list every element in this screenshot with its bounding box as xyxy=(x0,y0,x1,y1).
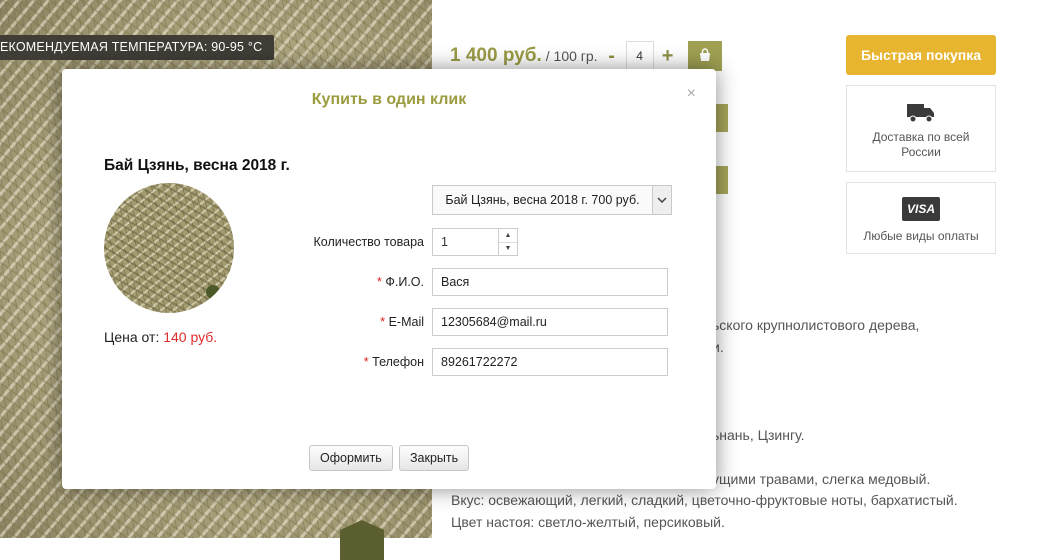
truck-icon xyxy=(907,104,934,123)
one-click-buy-modal: Купить в один клик × Бай Цзянь, весна 20… xyxy=(62,69,716,489)
required-mark: * xyxy=(377,275,382,289)
email-label-text: E-Mail xyxy=(388,315,424,329)
description-line: ьского крупнолистового дерева, xyxy=(712,317,920,333)
payment-info: VISA Любые виды оплаты xyxy=(846,182,996,254)
required-mark: * xyxy=(363,355,369,369)
modal-title: Купить в один клик xyxy=(311,91,467,108)
price-bar: 1 400 руб. / 100 гр. - 4 + xyxy=(450,40,722,72)
payment-label: Любые виды оплаты xyxy=(863,229,979,243)
variant-selected: Бай Цзянь, весна 2018 г. 700 руб. xyxy=(445,193,640,207)
quick-buy-button[interactable]: Быстрая покупка xyxy=(846,35,996,75)
name-field[interactable]: Вася xyxy=(432,268,668,296)
submit-button[interactable]: Оформить xyxy=(309,445,393,471)
delivery-info: Доставка по всей России xyxy=(846,85,996,172)
email-field[interactable]: 12305684@mail.ru xyxy=(432,308,668,336)
add-to-cart-button[interactable] xyxy=(687,41,722,71)
qty-decrease-button[interactable]: - xyxy=(601,45,623,68)
close-icon[interactable]: × xyxy=(687,85,696,103)
delivery-label: Доставка по всей России xyxy=(872,130,970,159)
qty-increase-button[interactable]: + xyxy=(657,45,679,68)
variant-select[interactable]: Бай Цзянь, весна 2018 г. 700 руб. xyxy=(432,185,672,215)
name-label-text: Ф.И.О. xyxy=(385,275,424,289)
brand-badge-icon xyxy=(206,285,220,299)
qty-stepper[interactable]: 1 ▲ ▼ xyxy=(432,228,518,256)
chevron-down-icon[interactable] xyxy=(652,186,671,214)
phone-label-text: Телефон xyxy=(372,355,424,369)
price-per-unit: / 100 гр. xyxy=(545,48,598,64)
price-from-value: 140 руб. xyxy=(163,329,218,345)
cart-icon xyxy=(699,48,710,61)
phone-label: * Телефон xyxy=(254,355,424,369)
product-name: Бай Цзянь, весна 2018 г. xyxy=(104,157,290,174)
spin-up-icon[interactable]: ▲ xyxy=(499,229,517,243)
close-button[interactable]: Закрыть xyxy=(399,445,470,471)
product-image xyxy=(104,183,234,313)
required-mark: * xyxy=(380,315,386,329)
description-line: Вкус: освежающий, легкий, сладкий, цвето… xyxy=(451,492,958,508)
description-line: ущими травами, слегка медовый. xyxy=(712,471,931,487)
qty-field-value[interactable]: 1 xyxy=(433,229,498,255)
description-line: Цвет настоя: светло-желтый, персиковый. xyxy=(451,514,725,530)
email-label: * E-Mail xyxy=(254,315,424,329)
phone-field[interactable]: 89261722272 xyxy=(432,348,668,376)
spin-down-icon[interactable]: ▼ xyxy=(499,243,517,256)
qty-label: Количество товара xyxy=(313,235,425,249)
qty-spinner[interactable]: ▲ ▼ xyxy=(498,229,517,255)
price-from-label: Цена от: xyxy=(104,329,160,345)
description-line: ьнань, Цзингу. xyxy=(712,427,805,443)
qty-input[interactable]: 4 xyxy=(625,41,654,71)
price-main: 1 400 руб. xyxy=(450,45,542,66)
temperature-banner: ЕКОМЕНДУЕМАЯ ТЕМПЕРАТУРА: 90-95 °C xyxy=(0,35,275,60)
name-label: * Ф.И.О. xyxy=(254,275,424,289)
price-from: Цена от: 140 руб. xyxy=(104,329,217,345)
visa-icon: VISA xyxy=(902,197,940,221)
